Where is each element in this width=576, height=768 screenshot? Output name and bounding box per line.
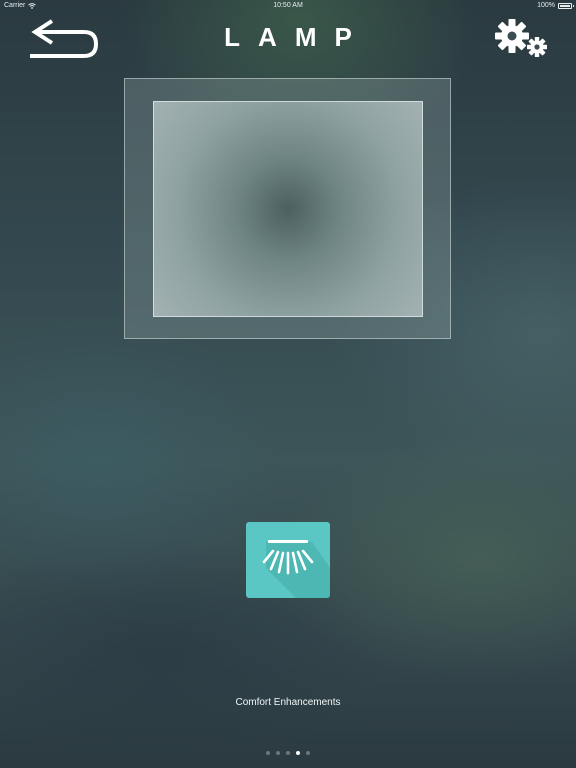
status-bar: Carrier 10:50 AM 100% [0,0,576,12]
battery-fill [560,4,570,7]
page-dot[interactable] [266,751,270,755]
back-button[interactable] [28,18,100,60]
status-time: 10:50 AM [273,2,303,9]
page-dot[interactable] [286,751,290,755]
back-arrow-icon [30,19,98,58]
battery-percent: 100% [537,2,555,9]
page-title: LAMP [224,22,370,52]
lamp-light-icon [262,540,330,598]
page-indicator[interactable] [0,751,576,755]
status-right: 100% [537,2,574,9]
comfort-enhancements-tile[interactable] [246,522,330,598]
battery-icon [558,2,574,9]
lamp-screen: Carrier 10:50 AM 100% LAMP Comfort Enhan… [0,0,576,768]
gear-icon [495,19,547,57]
page-dot[interactable] [296,751,300,755]
settings-button[interactable] [494,16,550,60]
page-dot[interactable] [276,751,280,755]
lamp-preview-image [153,101,423,317]
page-dot[interactable] [306,751,310,755]
feature-label: Comfort Enhancements [235,697,341,708]
